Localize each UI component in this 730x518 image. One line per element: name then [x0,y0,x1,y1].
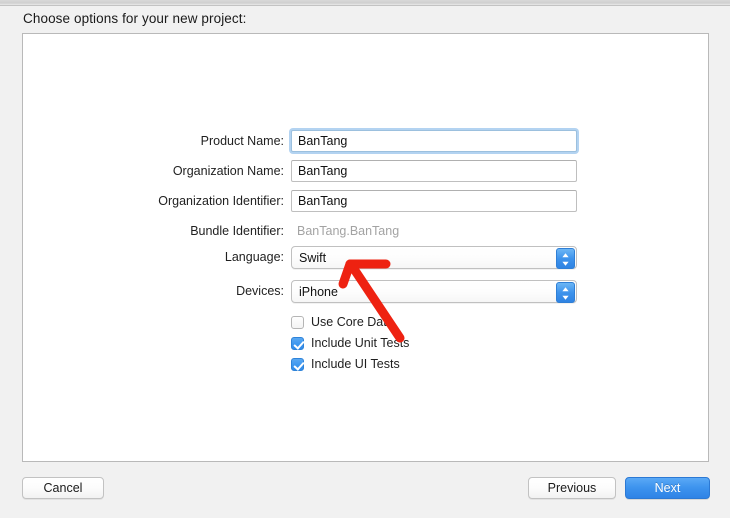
field-wrap-organization-identifier [291,190,577,212]
language-select[interactable]: Swift [291,246,577,269]
options-panel: Product Name: Organization Name: Organiz… [22,33,709,462]
bundle-identifier-value: BanTang.BanTang [297,224,400,238]
label-organization-identifier: Organization Identifier: [158,194,284,208]
checkbox-label-include-unit-tests: Include Unit Tests [311,336,410,350]
label-organization-name: Organization Name: [172,164,284,178]
form-row-organization-name: Organization Name: [23,160,710,182]
organization-name-input[interactable] [291,160,577,182]
form-row-bundle-identifier: Bundle Identifier: BanTang.BanTang [23,220,710,242]
field-wrap-language: Swift [291,246,577,269]
field-wrap-product-name [291,130,577,152]
checkbox-label-use-core-data: Use Core Data [311,315,394,329]
checkbox-box-include-ui-tests[interactable] [291,357,304,371]
page-title: Choose options for your new project: [23,11,247,26]
label-bundle-identifier: Bundle Identifier: [190,224,284,238]
previous-button[interactable]: Previous [528,477,616,499]
devices-select-value: iPhone [299,285,338,299]
label-devices: Devices: [236,284,284,298]
chevron-up-down-icon[interactable] [556,282,575,303]
field-wrap-bundle-identifier: BanTang.BanTang [291,220,577,242]
next-button[interactable]: Next [625,477,710,499]
checkbox-label-include-ui-tests: Include UI Tests [311,357,400,371]
form-row-product-name: Product Name: [23,130,710,152]
label-product-name: Product Name: [200,134,284,148]
checkbox-box-use-core-data[interactable] [291,315,304,329]
language-select-value: Swift [299,251,327,265]
organization-identifier-input[interactable] [291,190,577,212]
form-row-language: Language: Swift [23,246,710,269]
checkbox-use-core-data[interactable]: Use Core Data [291,313,394,331]
cancel-button[interactable]: Cancel [22,477,104,499]
field-wrap-devices: iPhone [291,280,577,303]
form-row-organization-identifier: Organization Identifier: [23,190,710,212]
checkbox-include-ui-tests[interactable]: Include UI Tests [291,355,400,373]
form-row-devices: Devices: iPhone [23,280,710,303]
devices-select[interactable]: iPhone [291,280,577,303]
field-wrap-organization-name [291,160,577,182]
window-titlebar [0,0,730,6]
new-project-options-dialog: Choose options for your new project: Pro… [0,0,730,518]
product-name-input[interactable] [291,130,577,152]
label-language: Language: [224,250,284,264]
checkbox-box-include-unit-tests[interactable] [291,336,304,350]
checkbox-include-unit-tests[interactable]: Include Unit Tests [291,334,409,352]
chevron-up-down-icon[interactable] [556,248,575,269]
